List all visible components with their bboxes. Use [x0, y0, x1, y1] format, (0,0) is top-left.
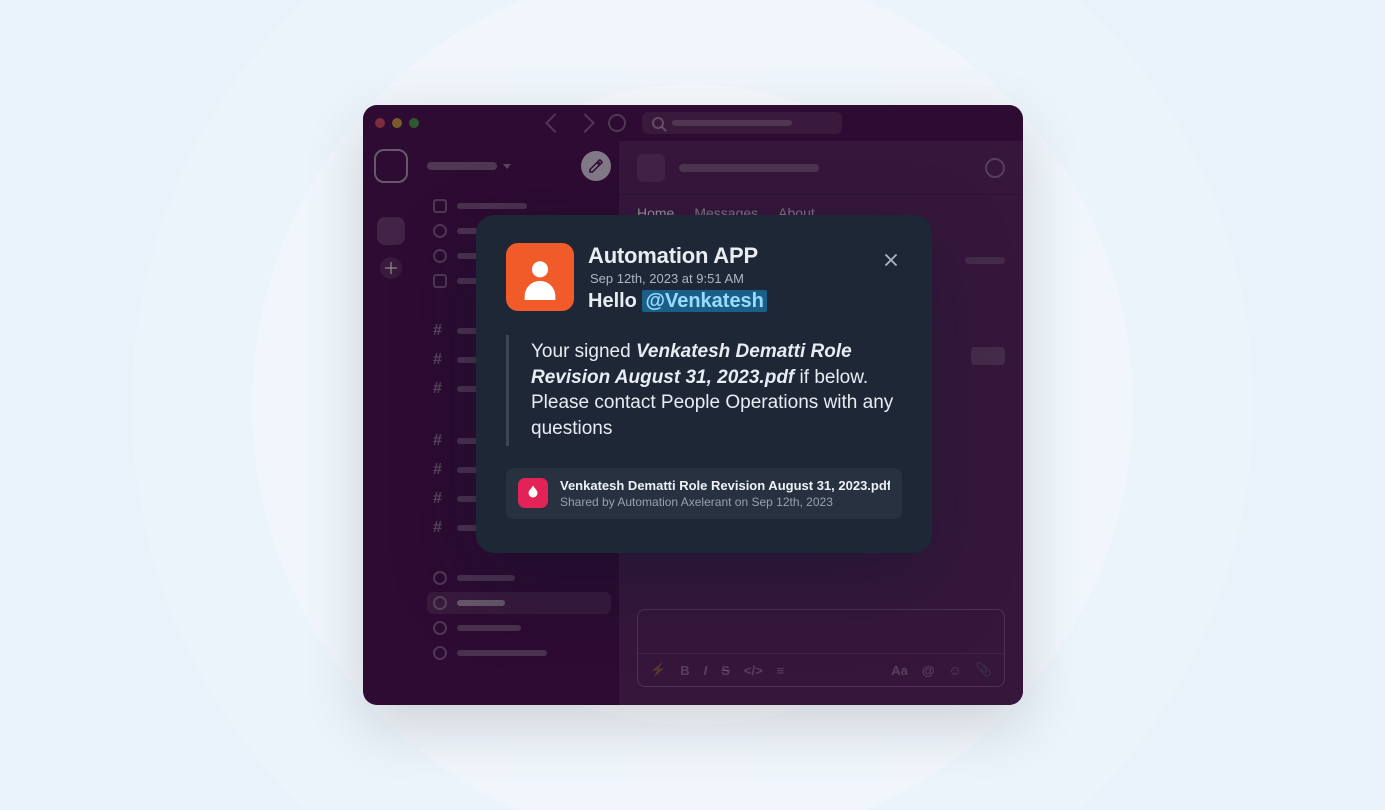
- message-card: Automation APP Sep 12th, 2023 at 9:51 AM…: [476, 215, 932, 553]
- greeting-text: Hello: [588, 290, 642, 312]
- greeting-line: Hello @Venkatesh: [588, 290, 866, 313]
- message-body: Your signed Venkatesh Dematti Role Revis…: [506, 335, 902, 446]
- mention-link[interactable]: @Venkatesh: [642, 290, 766, 312]
- body-pre: Your signed: [531, 341, 636, 362]
- pdf-icon: [518, 478, 548, 508]
- message-timestamp: Sep 12th, 2023 at 9:51 AM: [590, 271, 744, 286]
- close-button[interactable]: [880, 249, 902, 271]
- sender-avatar: [506, 243, 574, 311]
- attachment[interactable]: Venkatesh Dematti Role Revision August 3…: [506, 468, 902, 519]
- attachment-meta: Shared by Automation Axelerant on Sep 12…: [560, 495, 890, 509]
- attachment-name: Venkatesh Dematti Role Revision August 3…: [560, 478, 890, 493]
- sender-name: Automation APP: [588, 243, 758, 269]
